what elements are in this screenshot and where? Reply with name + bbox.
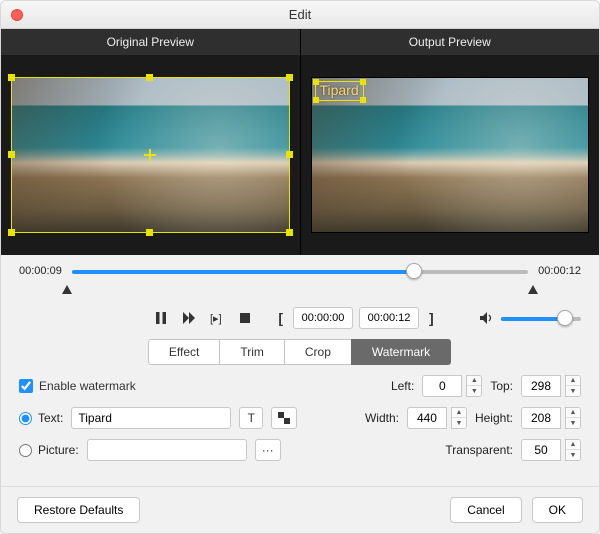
text-radio-label: Text:	[38, 411, 63, 425]
trim-group: [ ]	[274, 307, 437, 329]
stepper-down-icon[interactable]: ▼	[467, 386, 481, 396]
left-label: Left:	[391, 379, 414, 393]
stepper-up-icon[interactable]: ▲	[467, 376, 481, 386]
crop-handle[interactable]	[286, 151, 293, 158]
pause-icon[interactable]	[152, 309, 170, 327]
restore-defaults-button[interactable]: Restore Defaults	[17, 497, 140, 523]
transparent-field[interactable]	[521, 439, 561, 461]
controls-panel: 00:00:09 00:00:12 [▸] [ ]	[1, 255, 599, 486]
text-radio[interactable]: Text:	[19, 411, 63, 425]
stepper-down-icon[interactable]: ▼	[566, 450, 580, 460]
enable-watermark-checkbox[interactable]: Enable watermark	[19, 379, 136, 393]
picture-path-field[interactable]	[87, 439, 247, 461]
top-label: Top:	[490, 379, 513, 393]
seek-thumb[interactable]	[406, 263, 422, 279]
close-icon[interactable]	[11, 9, 23, 21]
picture-radio-label: Picture:	[38, 443, 79, 457]
picture-row: Picture: ··· Transparent: ▲▼	[19, 439, 581, 461]
svg-text:[▸]: [▸]	[210, 313, 222, 325]
wm-handle[interactable]	[360, 79, 366, 85]
watermark-overlay[interactable]: Tipard	[315, 81, 364, 101]
tab-crop[interactable]: Crop	[284, 339, 352, 365]
cancel-button[interactable]: Cancel	[450, 497, 521, 523]
current-time: 00:00:09	[19, 265, 62, 277]
stepper-down-icon[interactable]: ▼	[566, 418, 580, 428]
width-label: Width:	[365, 411, 399, 425]
top-field[interactable]	[521, 375, 561, 397]
stepper-up-icon[interactable]: ▲	[566, 408, 580, 418]
picture-radio[interactable]: Picture:	[19, 443, 79, 457]
picture-radio-input[interactable]	[19, 444, 32, 457]
stepper-down-icon[interactable]: ▼	[566, 386, 580, 396]
output-preview[interactable]: Tipard	[300, 55, 600, 255]
tab-watermark[interactable]: Watermark	[351, 339, 451, 365]
set-in-icon[interactable]: [	[274, 308, 287, 328]
titlebar: Edit	[1, 1, 599, 29]
enable-row: Enable watermark Left: ▲▼ Top: ▲▼	[19, 375, 581, 397]
stop-icon[interactable]	[236, 309, 254, 327]
browse-icon[interactable]: ···	[255, 439, 281, 461]
tab-effect[interactable]: Effect	[148, 339, 220, 365]
preview-area: Tipard	[1, 55, 599, 255]
volume-group	[477, 309, 581, 327]
watermark-text: Tipard	[316, 81, 363, 99]
crop-handle[interactable]	[146, 229, 153, 236]
left-field[interactable]	[422, 375, 462, 397]
wm-handle[interactable]	[360, 97, 366, 103]
original-preview[interactable]	[1, 55, 300, 255]
frame-step-icon[interactable]: [▸]	[208, 309, 226, 327]
edit-window: Edit Original Preview Output Preview Ti	[0, 0, 600, 534]
range-markers	[67, 287, 533, 297]
playback-row: [▸] [ ]	[19, 307, 581, 329]
trim-in-field[interactable]	[293, 307, 353, 329]
stepper-up-icon[interactable]: ▲	[452, 408, 466, 418]
out-marker-icon[interactable]	[528, 285, 538, 294]
text-color-icon[interactable]	[271, 407, 297, 429]
tab-trim[interactable]: Trim	[219, 339, 285, 365]
width-field[interactable]	[407, 407, 447, 429]
transparent-label: Transparent:	[445, 443, 513, 457]
original-preview-label: Original Preview	[1, 29, 301, 55]
enable-watermark-label: Enable watermark	[39, 379, 136, 393]
output-preview-label: Output Preview	[301, 29, 600, 55]
stepper-down-icon[interactable]: ▼	[452, 418, 466, 428]
tabs: EffectTrimCropWatermark	[19, 339, 581, 365]
ok-button[interactable]: OK	[532, 497, 583, 523]
text-radio-input[interactable]	[19, 412, 32, 425]
window-title: Edit	[289, 7, 311, 22]
speaker-icon[interactable]	[477, 309, 495, 327]
stepper-up-icon[interactable]: ▲	[566, 440, 580, 450]
crop-handle[interactable]	[286, 74, 293, 81]
text-row: Text: T Width: ▲▼ Height: ▲▼	[19, 407, 581, 429]
footer: Restore Defaults Cancel OK	[1, 486, 599, 533]
fast-forward-icon[interactable]	[180, 309, 198, 327]
crop-handle[interactable]	[8, 74, 15, 81]
timeline-row: 00:00:09 00:00:12	[19, 265, 581, 277]
preview-headers: Original Preview Output Preview	[1, 29, 599, 55]
set-out-icon[interactable]: ]	[425, 308, 438, 328]
crop-center-icon[interactable]	[144, 149, 156, 161]
duration-time: 00:00:12	[538, 265, 581, 277]
crop-handle[interactable]	[146, 74, 153, 81]
stepper-up-icon[interactable]: ▲	[566, 376, 580, 386]
wm-handle[interactable]	[313, 79, 319, 85]
crop-handle[interactable]	[286, 229, 293, 236]
volume-thumb[interactable]	[557, 310, 573, 326]
height-field[interactable]	[521, 407, 561, 429]
watermark-text-field[interactable]	[71, 407, 231, 429]
height-label: Height:	[475, 411, 513, 425]
seek-slider[interactable]	[72, 266, 528, 276]
text-style-icon[interactable]: T	[239, 407, 263, 429]
crop-handle[interactable]	[8, 229, 15, 236]
crop-handle[interactable]	[8, 151, 15, 158]
crop-selection[interactable]	[11, 77, 290, 233]
volume-slider[interactable]	[501, 313, 581, 323]
wm-handle[interactable]	[313, 97, 319, 103]
in-marker-icon[interactable]	[62, 285, 72, 294]
enable-watermark-input[interactable]	[19, 379, 33, 393]
trim-out-field[interactable]	[359, 307, 419, 329]
